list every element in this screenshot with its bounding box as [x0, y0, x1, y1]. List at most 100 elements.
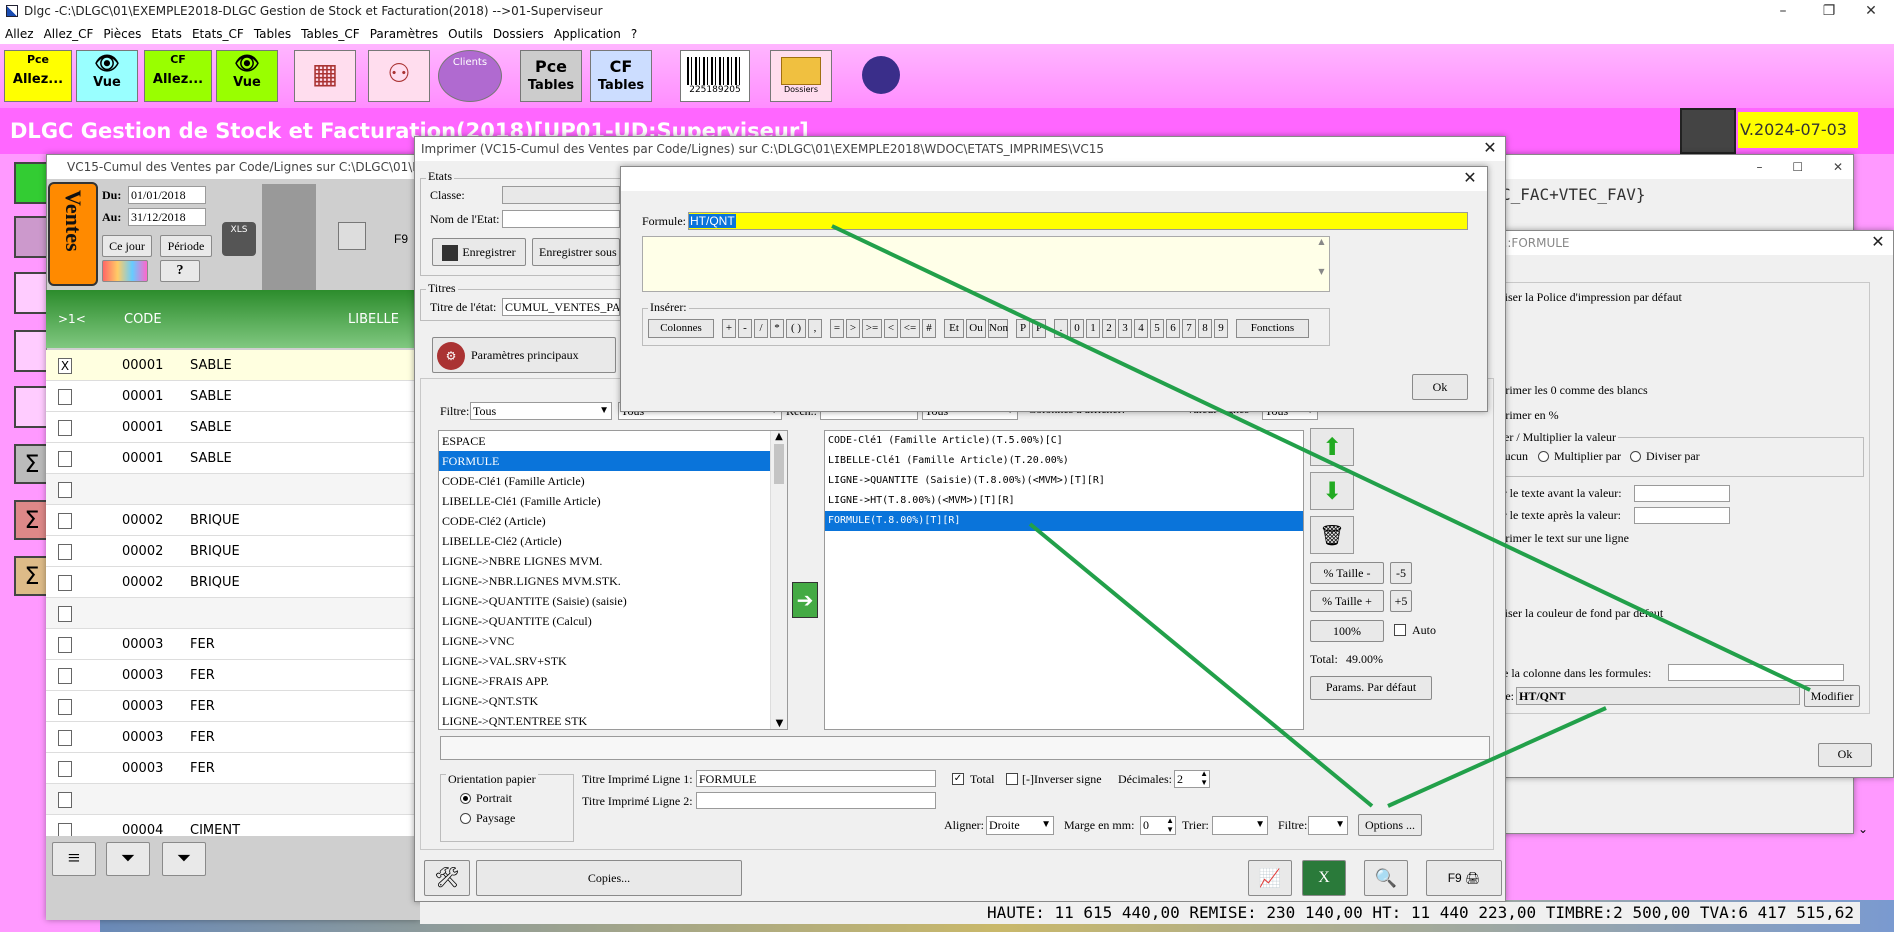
- sigma-icon-2[interactable]: Σ: [14, 500, 50, 540]
- menu-item-10[interactable]: Application: [549, 24, 626, 44]
- insert-button[interactable]: 5: [1150, 319, 1164, 338]
- insert-button[interactable]: /: [754, 319, 768, 338]
- table-row[interactable]: 00003 FER: [46, 722, 414, 753]
- user-cart-button[interactable]: ⚇: [368, 50, 430, 102]
- print-preview-button[interactable]: 🔍: [1364, 860, 1408, 896]
- menu-item-2[interactable]: Pièces: [98, 24, 146, 44]
- side-icon-2[interactable]: [14, 216, 50, 258]
- ventes-panel[interactable]: Ventes: [48, 182, 98, 286]
- modifier-button[interactable]: Modifier: [1804, 685, 1860, 707]
- list-item[interactable]: LIGNE->HT(T.8.00%)(<MVM>)[T][R]: [825, 491, 1303, 511]
- nom-etat-field[interactable]: [502, 210, 620, 228]
- table-row[interactable]: 00001 SABLE: [46, 443, 414, 474]
- texte-avant-field[interactable]: [1634, 485, 1730, 502]
- minus5-button[interactable]: -5: [1390, 562, 1412, 584]
- list-item[interactable]: ESPACE: [439, 431, 787, 451]
- insert-button[interactable]: =: [830, 319, 844, 338]
- multiplier-radio[interactable]: [1538, 451, 1549, 462]
- move-up-button[interactable]: ⬆: [1310, 428, 1354, 466]
- periode-button[interactable]: Période: [160, 235, 212, 257]
- table-row[interactable]: 00002 BRIQUE: [46, 567, 414, 598]
- excel-export-button[interactable]: X: [1302, 860, 1346, 896]
- preview-icon[interactable]: [338, 222, 366, 250]
- maximize-icon[interactable]: ☐: [1792, 160, 1803, 174]
- row-checkbox[interactable]: [58, 544, 72, 560]
- insert-button[interactable]: >=: [862, 319, 882, 338]
- classe-field[interactable]: [502, 186, 620, 204]
- ce-jour-button[interactable]: Ce jour: [102, 235, 152, 257]
- table-row[interactable]: 00002 BRIQUE: [46, 505, 414, 536]
- close-icon[interactable]: ✕: [1833, 160, 1843, 174]
- barcode-button[interactable]: 225189205: [680, 50, 750, 102]
- list-item[interactable]: LIGNE->FRAIS APP.: [439, 671, 787, 691]
- insert-button[interactable]: Colonnes: [648, 319, 714, 338]
- list-item[interactable]: LIBELLE-Clé1 (Famille Article)(T.20.00%): [825, 451, 1303, 471]
- marge-spinner[interactable]: 0 ▲ ▼: [1140, 816, 1176, 835]
- tools-button[interactable]: 🛠: [424, 860, 470, 896]
- insert-button[interactable]: 3: [1118, 319, 1132, 338]
- printer-xls-icon[interactable]: XLS: [222, 222, 256, 256]
- insert-button[interactable]: 4: [1134, 319, 1148, 338]
- insert-button[interactable]: <: [884, 319, 898, 338]
- menu-item-9[interactable]: Dossiers: [488, 24, 549, 44]
- cent-pct-button[interactable]: 100%: [1310, 620, 1384, 642]
- row-checkbox[interactable]: [58, 389, 72, 405]
- insert-button[interactable]: P: [1016, 319, 1030, 338]
- menu-item-4[interactable]: Etats_CF: [187, 24, 249, 44]
- add-column-arrow-button[interactable]: ➔: [792, 582, 818, 618]
- grid-icon-button[interactable]: ▦: [294, 50, 356, 102]
- pce-tables-button[interactable]: Pce Tables: [520, 50, 582, 102]
- insert-button[interactable]: 2: [1102, 319, 1116, 338]
- options-button[interactable]: Options ...: [1358, 814, 1422, 836]
- cf-vue-button[interactable]: 👁 Vue: [216, 50, 278, 102]
- texte-apres-field[interactable]: [1634, 507, 1730, 524]
- palette-button[interactable]: [102, 260, 148, 282]
- menu-item-8[interactable]: Outils: [443, 24, 488, 44]
- au-date-field[interactable]: 31/12/2018: [128, 208, 206, 226]
- formule-textarea[interactable]: [642, 236, 1330, 292]
- formule-ok-button[interactable]: Ok: [1412, 374, 1468, 400]
- table-row[interactable]: 00003 FER: [46, 660, 414, 691]
- close-icon[interactable]: ✕: [1475, 137, 1505, 161]
- total-checkbox[interactable]: ✓: [952, 773, 964, 785]
- list-item[interactable]: LIGNE->QUANTITE (Saisie)(T.8.00%)(<MVM>)…: [825, 471, 1303, 491]
- list-item[interactable]: CODE-Clé2 (Article): [439, 511, 787, 531]
- insert-button[interactable]: 6: [1166, 319, 1180, 338]
- side-icon-5[interactable]: [14, 386, 50, 428]
- close-icon[interactable]: ✕: [1455, 167, 1485, 191]
- menu-item-5[interactable]: Tables: [249, 24, 296, 44]
- insert-button[interactable]: P: [1032, 319, 1046, 338]
- print-button[interactable]: F9 🖨: [1426, 860, 1502, 896]
- aligner-select[interactable]: Droite ▼: [986, 816, 1054, 835]
- inverser-checkbox[interactable]: [1006, 773, 1018, 785]
- row-checkbox[interactable]: [58, 761, 72, 777]
- du-date-field[interactable]: 01/01/2018: [128, 186, 206, 204]
- insert-button[interactable]: 1: [1086, 319, 1100, 338]
- insert-button[interactable]: Ou: [966, 319, 986, 338]
- menu-item-7[interactable]: Paramètres: [365, 24, 443, 44]
- auto-checkbox[interactable]: [1394, 624, 1406, 636]
- table-row[interactable]: 00003 FER: [46, 691, 414, 722]
- table-row[interactable]: 00002 BRIQUE: [46, 536, 414, 567]
- list-item[interactable]: LIGNE->VNC: [439, 631, 787, 651]
- row-checkbox[interactable]: [58, 482, 72, 498]
- code-column-header[interactable]: CODE: [124, 312, 162, 327]
- close-icon[interactable]: ✕: [1848, 0, 1894, 22]
- list-item[interactable]: FORMULE: [439, 451, 787, 471]
- list-item[interactable]: LIBELLE-Clé2 (Article): [439, 531, 787, 551]
- diviser-radio[interactable]: [1630, 451, 1641, 462]
- insert-button[interactable]: Et: [944, 319, 964, 338]
- list-item[interactable]: LIBELLE-Clé1 (Famille Article): [439, 491, 787, 511]
- side-icon-3[interactable]: [14, 272, 50, 314]
- table-row[interactable]: 00001 SABLE: [46, 381, 414, 412]
- insert-button[interactable]: ,: [808, 319, 822, 338]
- restore-icon[interactable]: ❐: [1806, 0, 1852, 22]
- portrait-radio[interactable]: [460, 793, 471, 804]
- menu-item-1[interactable]: Allez_CF: [39, 24, 99, 44]
- list-item[interactable]: CODE-Clé1 (Famille Article)(T.5.00%)[C]: [825, 431, 1303, 451]
- dossiers-button[interactable]: Dossiers: [770, 50, 832, 102]
- list-item[interactable]: CODE-Clé1 (Famille Article): [439, 471, 787, 491]
- list-item[interactable]: LIGNE->VAL.SRV+STK: [439, 651, 787, 671]
- list-item[interactable]: LIGNE->QNT.ENTREE STK: [439, 711, 787, 729]
- insert-button[interactable]: 9: [1214, 319, 1228, 338]
